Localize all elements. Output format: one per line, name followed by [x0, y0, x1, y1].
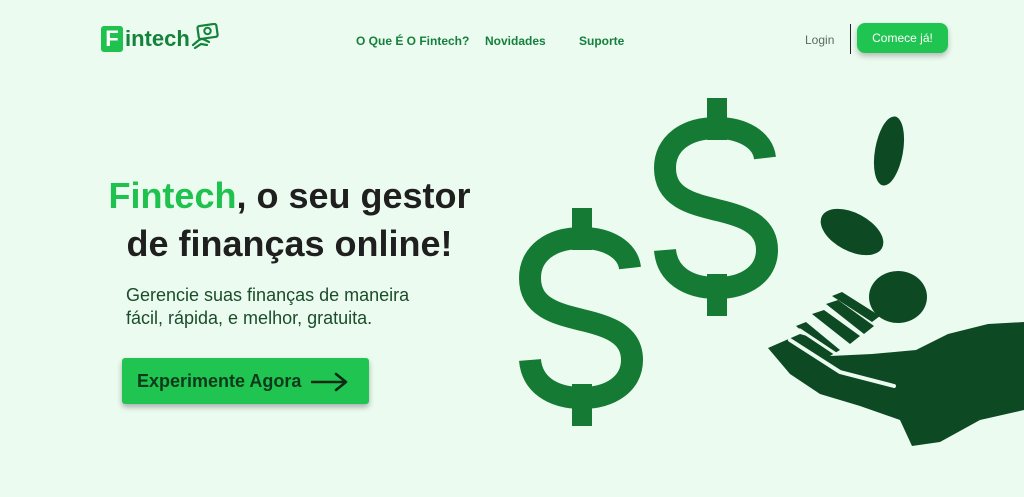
hero-subtitle: Gerencie suas finanças de maneira fácil,… — [126, 284, 466, 330]
nav-link-o-que-e[interactable]: O Que É O Fintech? — [356, 34, 469, 48]
hero-title-line2: de finanças online! — [126, 223, 453, 264]
coin-icon — [820, 208, 884, 256]
hero-subtitle-line1: Gerencie suas finanças de maneira — [126, 285, 410, 305]
logo[interactable]: F intech — [101, 23, 219, 52]
hero-title-accent: Fintech — [108, 175, 237, 216]
money-hand-icon — [191, 23, 219, 49]
comece-ja-button[interactable]: Comece já! — [857, 23, 948, 53]
logo-text: intech — [125, 26, 190, 51]
coin-icon — [873, 116, 905, 186]
logo-letter: F — [101, 26, 123, 52]
dollar-sign-icon — [518, 208, 644, 426]
experimente-agora-button[interactable]: Experimente Agora — [122, 358, 369, 404]
hero-illustration — [518, 98, 1024, 446]
nav-link-novidades[interactable]: Novidades — [485, 34, 546, 48]
hero-title: Fintech, o seu gestor de finanças online… — [92, 172, 487, 268]
header-divider — [850, 24, 851, 54]
experimente-agora-label: Experimente Agora — [137, 370, 302, 391]
hero-title-rest: , o seu gestor — [236, 175, 471, 216]
login-link[interactable]: Login — [805, 33, 834, 47]
hero-subtitle-line2: fácil, rápida, e melhor, gratuita. — [126, 308, 373, 328]
nav-link-suporte[interactable]: Suporte — [579, 34, 624, 48]
arrow-right-icon — [311, 372, 348, 392]
dollar-sign-icon — [653, 98, 779, 316]
